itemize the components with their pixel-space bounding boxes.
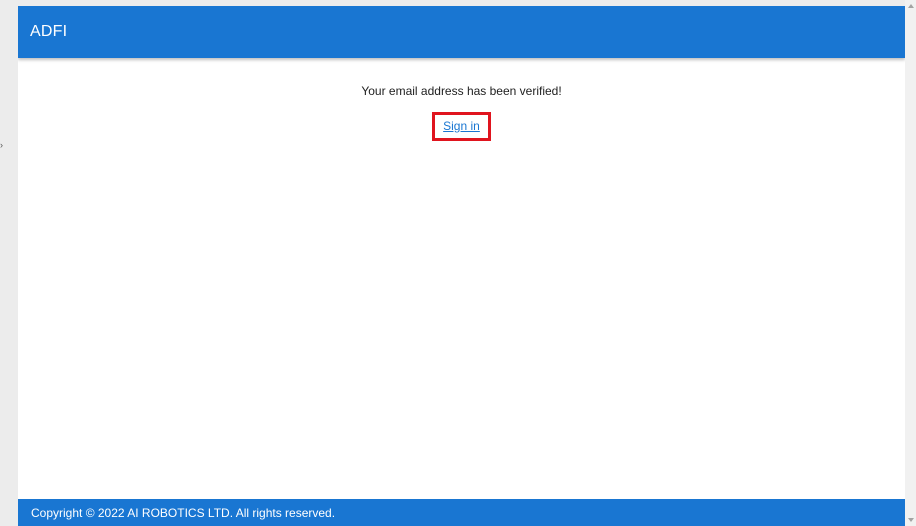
app-title: ADFI	[30, 23, 68, 40]
chevron-up-icon[interactable]	[905, 0, 916, 12]
page-viewport: ADFI Your email address has been verifie…	[18, 6, 905, 526]
pointer-marker: ›	[0, 140, 3, 150]
chevron-down-icon[interactable]	[905, 514, 916, 526]
verification-message: Your email address has been verified!	[361, 84, 562, 98]
app-header: ADFI	[18, 6, 905, 58]
signin-highlight-box: Sign in	[432, 112, 491, 141]
copyright-text: Copyright © 2022 AI ROBOTICS LTD. All ri…	[31, 505, 336, 520]
app-footer: Copyright © 2022 AI ROBOTICS LTD. All ri…	[18, 499, 905, 526]
sign-in-link[interactable]: Sign in	[443, 119, 480, 133]
vertical-scrollbar[interactable]	[905, 0, 916, 526]
verification-content: Your email address has been verified! Si…	[18, 58, 905, 498]
